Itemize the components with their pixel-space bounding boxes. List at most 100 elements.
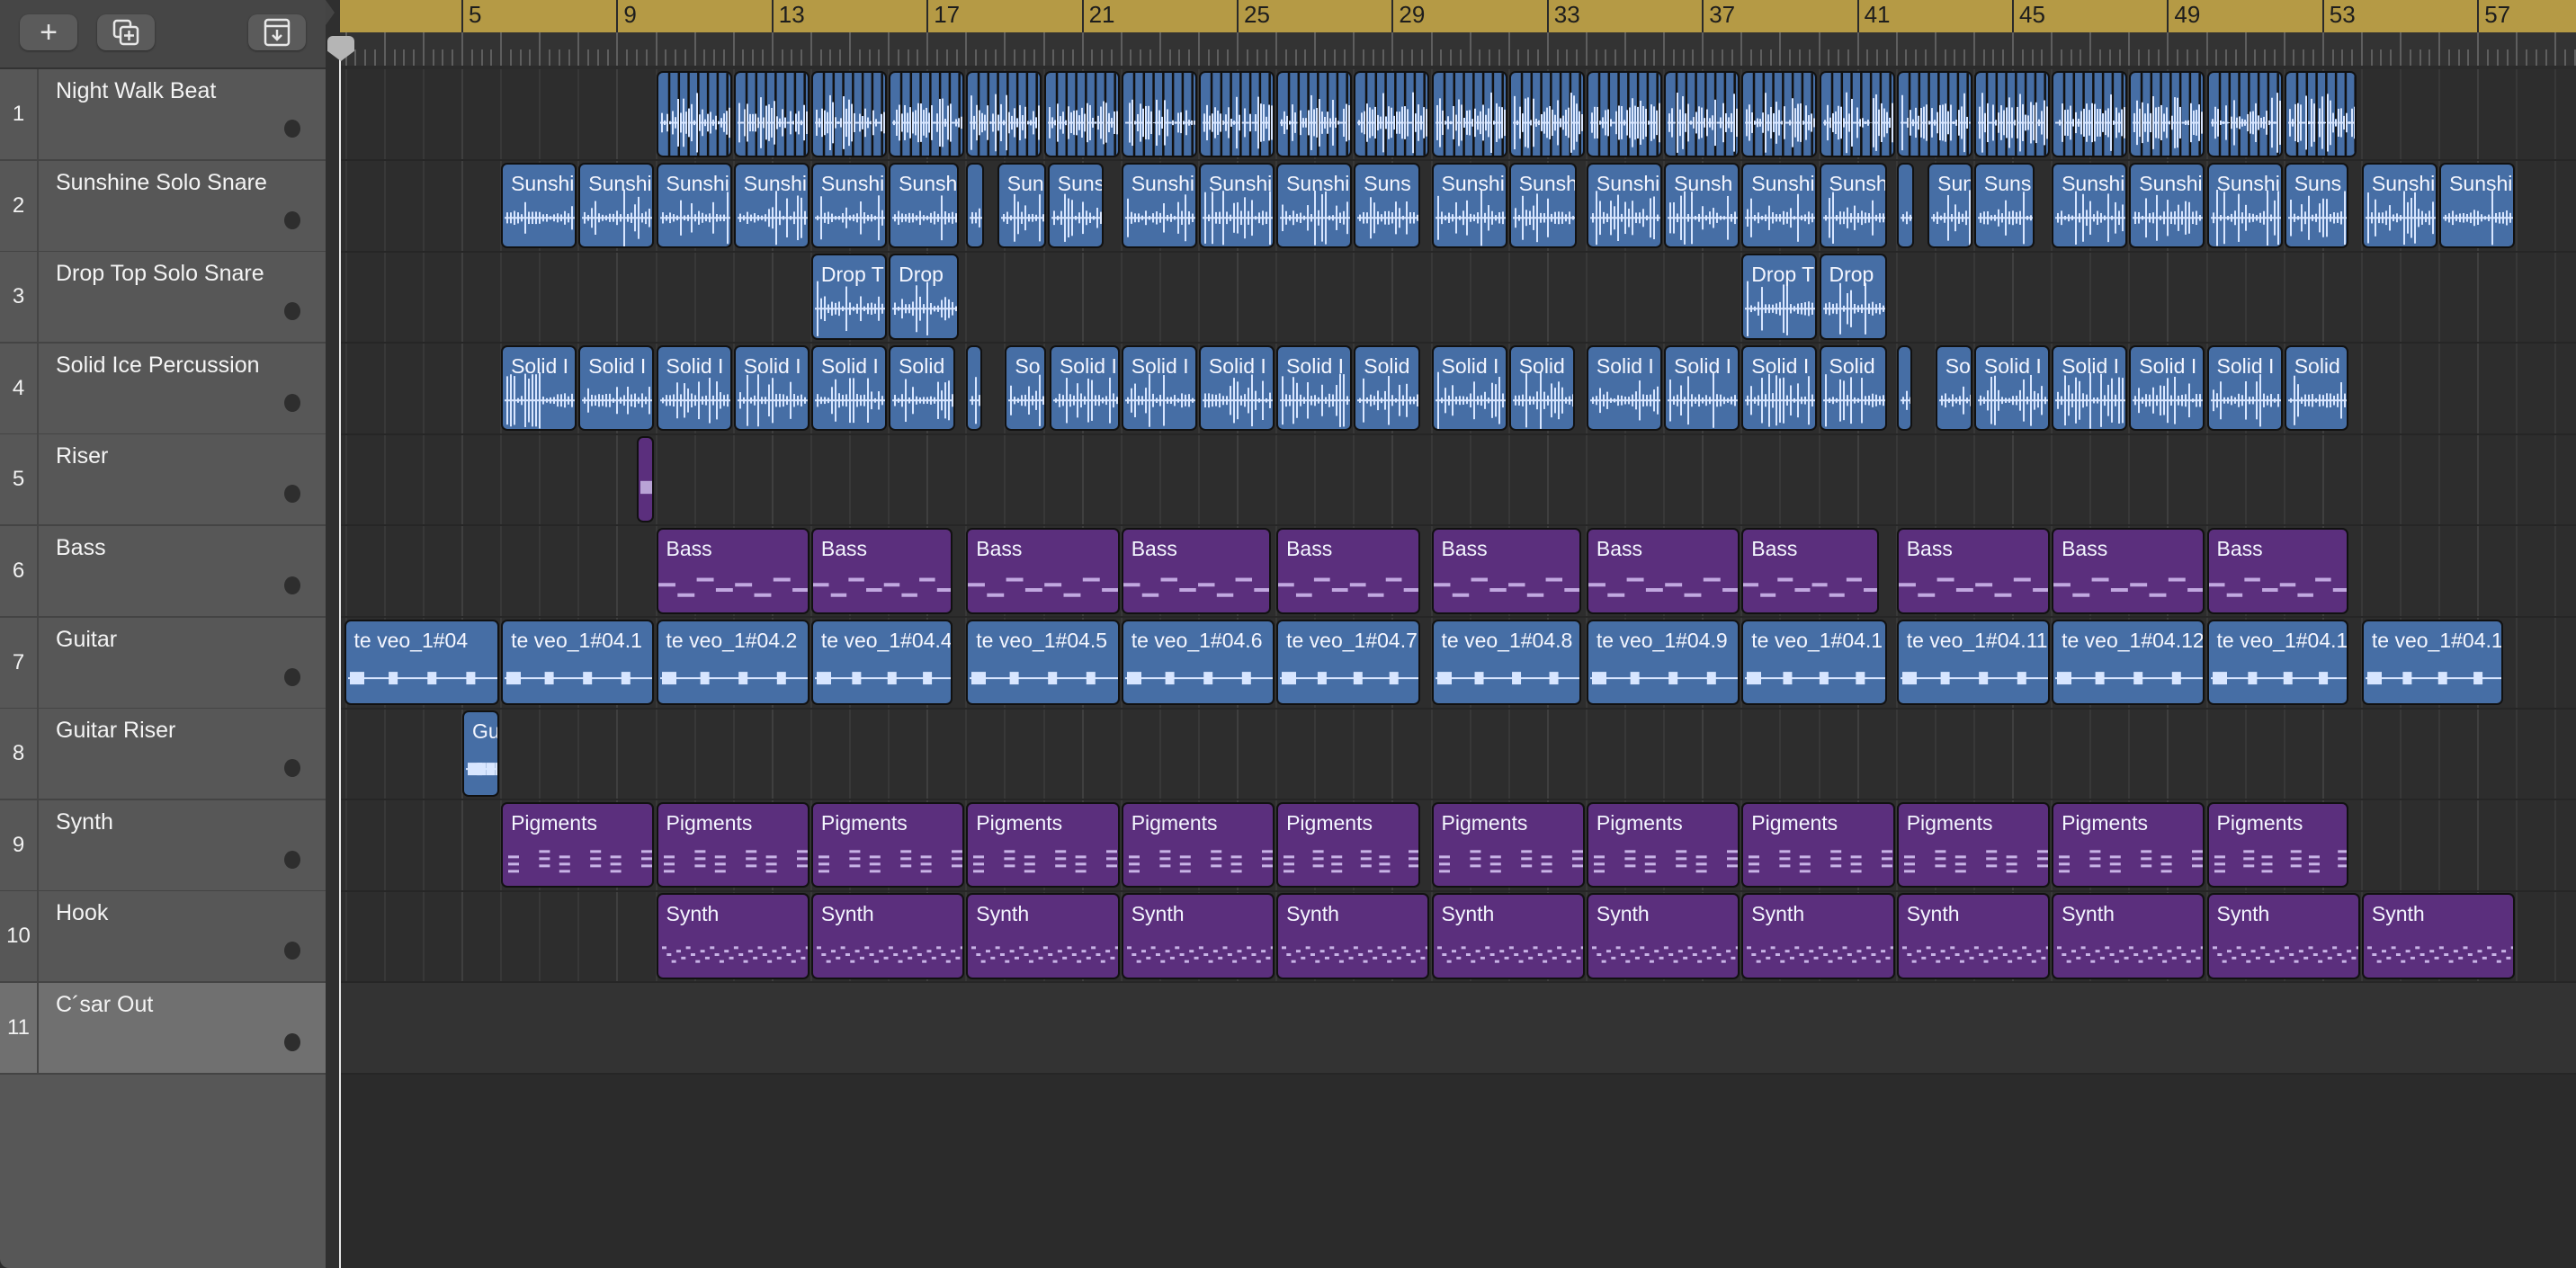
audio-region[interactable]: te veo_1#04.5	[966, 619, 1120, 706]
audio-region[interactable]	[1431, 71, 1507, 157]
track-name[interactable]: Guitar Riser	[56, 718, 175, 744]
audio-region[interactable]: Solid I	[1121, 344, 1197, 432]
midi-region[interactable]: Bass	[1276, 528, 1420, 614]
record-enable-dot-icon[interactable]	[284, 302, 300, 321]
audio-region[interactable]	[966, 71, 1042, 157]
midi-region[interactable]: Bass	[656, 528, 809, 614]
audio-region[interactable]	[1973, 71, 2051, 157]
audio-region[interactable]	[966, 162, 984, 249]
midi-region[interactable]: Pigments	[2206, 801, 2348, 888]
duplicate-track-button[interactable]	[97, 14, 155, 50]
midi-region[interactable]: Bass	[1586, 528, 1740, 614]
midi-region[interactable]: Synth	[2361, 893, 2516, 979]
track-header-2[interactable]: 2 Sunshine Solo Snare	[0, 160, 326, 253]
record-enable-dot-icon[interactable]	[284, 942, 300, 960]
midi-region[interactable]: Bass	[1896, 528, 2051, 614]
audio-region[interactable]: te veo_1#04.6	[1121, 619, 1275, 706]
audio-region[interactable]: te veo_1#04.1	[2361, 619, 2504, 706]
midi-region[interactable]: Pigments	[966, 801, 1120, 888]
audio-region[interactable]: Solid I	[656, 344, 732, 432]
audio-region[interactable]: Drop T	[810, 254, 888, 340]
track-name[interactable]: C´sar Out	[56, 992, 153, 1018]
midi-region[interactable]: Synth	[1586, 893, 1740, 979]
audio-region[interactable]	[1354, 71, 1430, 157]
midi-region[interactable]: Pigments	[2052, 801, 2205, 888]
audio-region[interactable]: Drop T	[1741, 254, 1818, 340]
record-enable-dot-icon[interactable]	[284, 210, 300, 229]
audio-region[interactable]: Solid	[1508, 344, 1576, 432]
midi-region[interactable]: Bass	[1121, 528, 1271, 614]
ruler-collapse-arrow-icon[interactable]	[326, 0, 335, 25]
tracks-area[interactable]: Sunshi Sunshi Sunshi Sunshi Sunshi Sunsh Sun Su…	[340, 69, 2576, 1075]
midi-region[interactable]: Pigments	[1276, 801, 1420, 888]
audio-region[interactable]: te veo_1#04.8	[1431, 619, 1581, 706]
track-name[interactable]: Synth	[56, 809, 113, 835]
audio-region[interactable]: Sunshi	[501, 162, 577, 249]
track-lane[interactable]	[340, 434, 2576, 527]
track-lane[interactable]	[340, 709, 2576, 801]
midi-region[interactable]: Pigments	[810, 801, 965, 888]
audio-region[interactable]	[966, 344, 982, 432]
record-enable-dot-icon[interactable]	[284, 393, 300, 412]
track-name[interactable]: Solid Ice Percussion	[56, 353, 260, 379]
audio-region[interactable]	[889, 71, 965, 157]
track-header-6[interactable]: 6 Bass	[0, 526, 326, 618]
track-name[interactable]: Night Walk Beat	[56, 78, 216, 104]
midi-region[interactable]: Pigments	[1896, 801, 2051, 888]
audio-region[interactable]	[810, 71, 888, 157]
track-header-1[interactable]: 1 Night Walk Beat	[0, 69, 326, 161]
track-header-9[interactable]: 9 Synth	[0, 799, 326, 892]
audio-region[interactable]: Solid I	[1586, 344, 1663, 432]
audio-region[interactable]: Sunshi	[2439, 162, 2516, 249]
audio-region[interactable]: Suns	[1047, 162, 1105, 249]
midi-region[interactable]: Synth	[2052, 893, 2205, 979]
audio-region[interactable]: Solid I	[1431, 344, 1507, 432]
audio-region[interactable]: te veo_1#04	[344, 619, 500, 706]
midi-region[interactable]: Bass	[810, 528, 953, 614]
audio-region[interactable]: Drop	[1819, 254, 1888, 340]
midi-region[interactable]: Synth	[966, 893, 1120, 979]
audio-region[interactable]	[1121, 71, 1197, 157]
record-enable-dot-icon[interactable]	[284, 850, 300, 869]
midi-region[interactable]: Bass	[966, 528, 1120, 614]
audio-region[interactable]: Sunshi	[656, 162, 732, 249]
track-lane[interactable]	[340, 983, 2576, 1075]
audio-region[interactable]	[733, 71, 809, 157]
audio-region[interactable]: Solid I	[2206, 344, 2283, 432]
audio-region[interactable]	[1741, 71, 1818, 157]
record-enable-dot-icon[interactable]	[284, 759, 300, 778]
midi-region[interactable]: Synth	[1121, 893, 1275, 979]
audio-region[interactable]: Solid I	[1049, 344, 1120, 432]
audio-region[interactable]: Sunsh	[889, 162, 959, 249]
audio-region[interactable]	[1896, 344, 1913, 432]
midi-region[interactable]: Synth	[1896, 893, 2051, 979]
midi-region[interactable]: Bass	[2052, 528, 2205, 614]
audio-region[interactable]: Solid I	[1741, 344, 1818, 432]
track-name[interactable]: Hook	[56, 900, 108, 926]
audio-region[interactable]: Sunsh	[1819, 162, 1888, 249]
track-name[interactable]: Riser	[56, 443, 108, 469]
midi-region[interactable]: Pigments	[1121, 801, 1275, 888]
audio-region[interactable]: te veo_1#04.11	[1896, 619, 2051, 706]
audio-region[interactable]: te veo_1#04.2	[656, 619, 809, 706]
track-header-8[interactable]: 8 Guitar Riser	[0, 709, 326, 801]
track-lane[interactable]	[340, 252, 2576, 344]
record-enable-dot-icon[interactable]	[284, 667, 300, 686]
record-enable-dot-icon[interactable]	[284, 576, 300, 594]
record-enable-dot-icon[interactable]	[284, 1033, 300, 1051]
track-header-10[interactable]: 10 Hook	[0, 891, 326, 984]
midi-region[interactable]	[636, 436, 655, 522]
audio-region[interactable]: Sunshi	[2052, 162, 2128, 249]
audio-region[interactable]: Sunshi	[1276, 162, 1353, 249]
audio-region[interactable]: Sunshi	[1121, 162, 1197, 249]
audio-region[interactable]: te veo_1#04.1	[501, 619, 655, 706]
audio-region[interactable]	[1896, 71, 1972, 157]
track-name[interactable]: Sunshine Solo Snare	[56, 170, 267, 196]
audio-region[interactable]	[2052, 71, 2128, 157]
audio-region[interactable]	[1043, 71, 1120, 157]
midi-region[interactable]: Synth	[656, 893, 809, 979]
audio-region[interactable]: So	[1005, 344, 1046, 432]
midi-region[interactable]: Bass	[1431, 528, 1581, 614]
track-header-4[interactable]: 4 Solid Ice Percussion	[0, 343, 326, 435]
audio-region[interactable]: Solid I	[2052, 344, 2128, 432]
